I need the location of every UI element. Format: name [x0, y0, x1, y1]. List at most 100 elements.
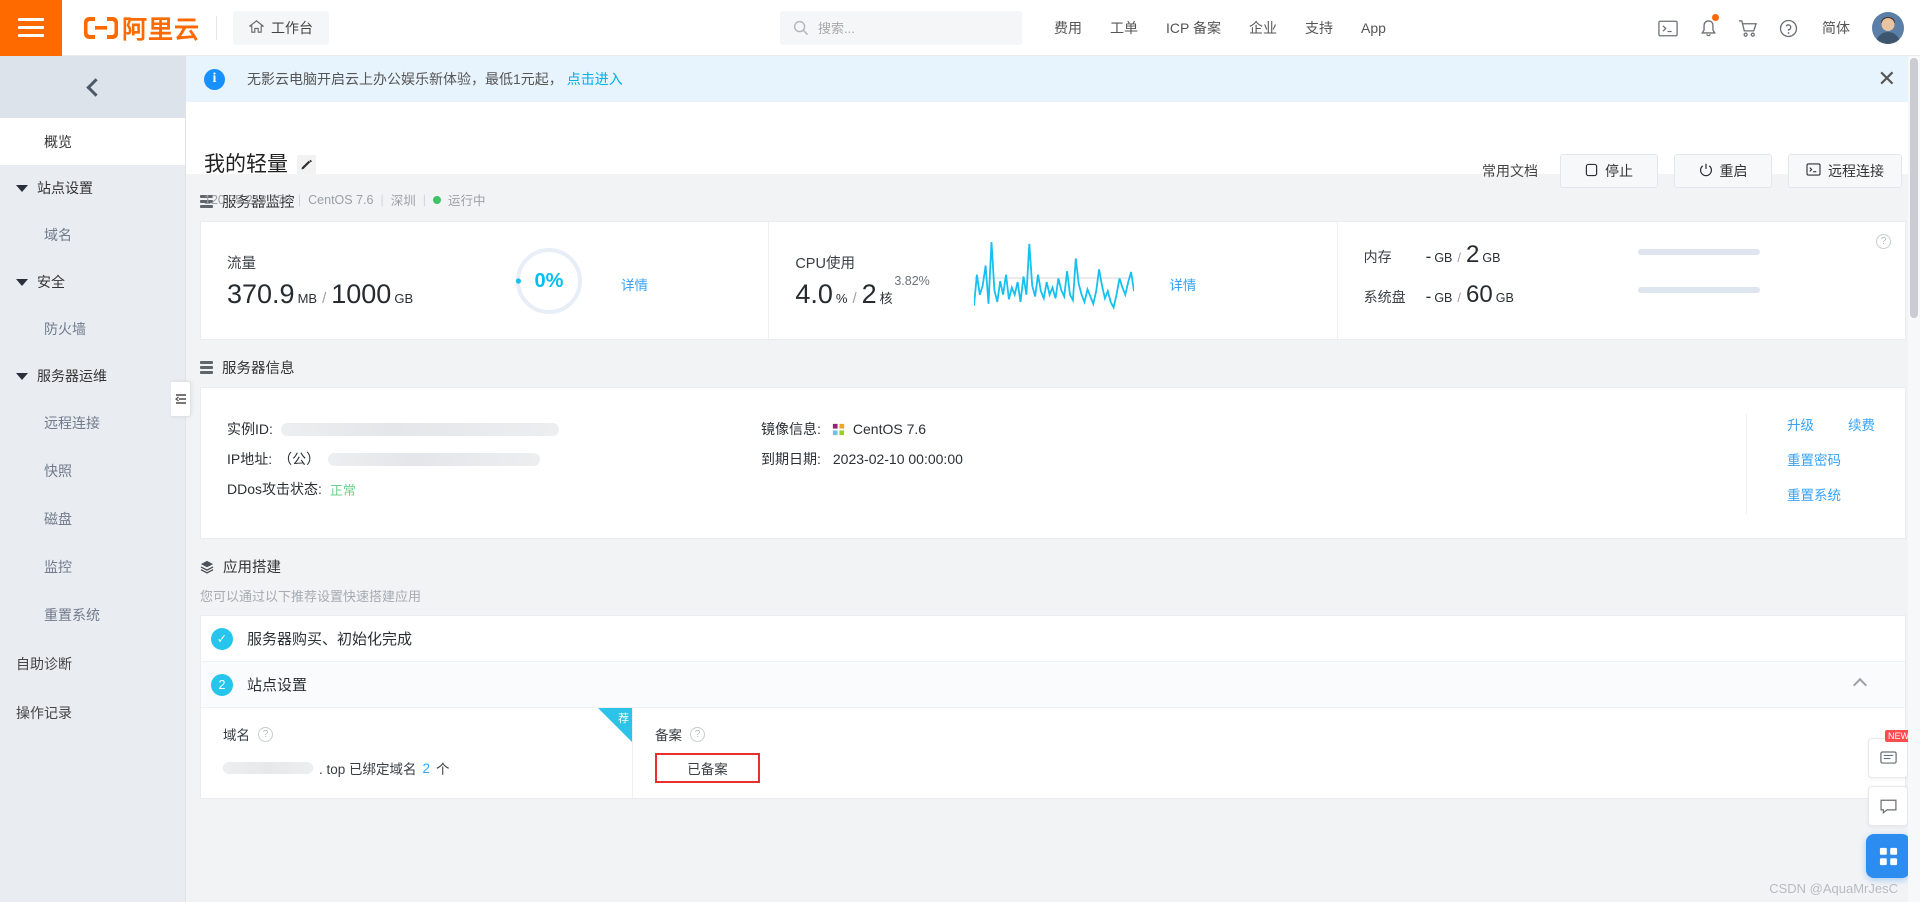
- nav-app[interactable]: App: [1347, 20, 1400, 36]
- scrollbar-thumb[interactable]: [1910, 58, 1918, 318]
- avatar[interactable]: [1872, 12, 1904, 44]
- step-label: 站点设置: [247, 677, 308, 694]
- promo-banner: i 无影云电脑开启云上办公娱乐新体验，最低1元起， 点击进入 ✕: [186, 56, 1920, 102]
- beian-status-button[interactable]: 已备案: [655, 753, 760, 783]
- step-row-1[interactable]: ✓ 服务器购买、初始化完成: [201, 616, 1905, 662]
- main-content: i 无影云电脑开启云上办公娱乐新体验，最低1元起， 点击进入 ✕ 我的轻量 120…: [186, 56, 1920, 902]
- step-badge-complete: ✓: [211, 627, 233, 650]
- top-icon-group: 简体: [1648, 0, 1906, 56]
- meta-separator: |: [422, 192, 426, 207]
- sidebar-item-monitor[interactable]: 监控: [0, 543, 185, 591]
- page-actions: 常用文档 停止 重启 远程连接: [1482, 154, 1902, 188]
- domain-panel-head: 域名 ?: [223, 724, 632, 744]
- feedback-button[interactable]: NEW: [1868, 730, 1912, 778]
- renew-link[interactable]: 续费: [1848, 414, 1875, 434]
- traffic-detail-link[interactable]: 详情: [621, 274, 648, 294]
- help-icon[interactable]: [1768, 0, 1808, 56]
- memory-row: 内存 - GB / 2 GB: [1364, 241, 1514, 281]
- bell-icon[interactable]: [1688, 0, 1728, 56]
- stop-button[interactable]: 停止: [1560, 154, 1658, 188]
- apps-button[interactable]: [1866, 834, 1910, 878]
- workbench-button[interactable]: 工作台: [233, 10, 330, 45]
- app-build-title-label: 应用搭建: [223, 560, 281, 576]
- chat-button[interactable]: [1868, 786, 1908, 826]
- domain-count[interactable]: 2: [423, 761, 431, 776]
- menu-toggle-button[interactable]: [0, 0, 62, 56]
- sidebar-item-self-diagnosis[interactable]: 自助诊断: [0, 639, 185, 688]
- console-icon[interactable]: [1648, 0, 1688, 56]
- common-docs-link[interactable]: 常用文档: [1482, 161, 1538, 181]
- step-row-2[interactable]: 2 站点设置: [201, 662, 1905, 708]
- cpu-detail-link[interactable]: 详情: [1169, 274, 1196, 294]
- banner-link[interactable]: 点击进入: [567, 71, 623, 87]
- terminal-icon: [1806, 163, 1821, 179]
- nav-support[interactable]: 支持: [1291, 18, 1347, 38]
- sidebar-item-disk[interactable]: 磁盘: [0, 495, 185, 543]
- sidebar-item-label: 域名: [44, 227, 72, 243]
- beian-panel: 备案 ? 已备案: [633, 708, 1033, 798]
- banner-message: 无影云电脑开启云上办公娱乐新体验，最低1元起，: [247, 71, 563, 87]
- aliyun-logo[interactable]: 阿里云: [84, 10, 200, 46]
- caret-down-icon: [16, 184, 28, 192]
- disk-used-unit: GB: [1434, 290, 1453, 305]
- server-info-card: 实例ID: IP地址: （公） DDos攻击状态: 正常 镜像信息: CentO…: [200, 387, 1906, 539]
- sidebar-item-label: 概览: [44, 133, 72, 150]
- page-header: 我的轻量 120.25.218.170 | CentOS 7.6 | 深圳 | …: [186, 102, 1920, 208]
- chevron-left-icon: [85, 77, 105, 97]
- reset-system-link[interactable]: 重置系统: [1787, 484, 1875, 504]
- sidebar-collapse-button[interactable]: [0, 56, 185, 118]
- sidebar-toggle-handle[interactable]: [171, 381, 191, 417]
- cpu-total-unit: 核: [879, 290, 893, 306]
- reset-password-link[interactable]: 重置密码: [1787, 449, 1875, 469]
- sidebar-item-firewall[interactable]: 防火墙: [0, 305, 185, 353]
- remote-connect-label: 远程连接: [1828, 163, 1884, 179]
- remote-connect-button[interactable]: 远程连接: [1788, 154, 1902, 188]
- language-switch[interactable]: 简体: [1808, 18, 1864, 38]
- server-info-title-label: 服务器信息: [222, 361, 295, 377]
- sidebar-item-remote-connect[interactable]: 远程连接: [0, 399, 185, 447]
- image-info-value: CentOS 7.6: [852, 421, 927, 437]
- sidebar-item-operation-log[interactable]: 操作记录: [0, 688, 185, 737]
- domain-count-unit: 个: [436, 762, 450, 777]
- ddos-status-value: 正常: [329, 482, 356, 498]
- sidebar-item-overview[interactable]: 概览: [0, 118, 185, 165]
- sidebar-item-label: 远程连接: [44, 415, 100, 431]
- site-settings-panel: 域名 ? . top 已绑定域名 2 个 荐 备案 ? 已备案: [201, 708, 1905, 798]
- image-info-label: 镜像信息:: [761, 421, 821, 437]
- expire-date-row: 到期日期: 2023-02-10 00:00:00: [761, 444, 1321, 474]
- cart-icon[interactable]: [1728, 0, 1768, 56]
- sidebar-item-label: 快照: [44, 463, 72, 479]
- disk-used: -: [1425, 286, 1432, 306]
- nav-ticket[interactable]: 工单: [1096, 18, 1152, 38]
- help-tip-icon[interactable]: ?: [258, 726, 273, 742]
- value-separator: /: [322, 289, 327, 307]
- edit-icon[interactable]: [297, 155, 316, 174]
- sidebar-group-server-ops[interactable]: 服务器运维: [0, 353, 185, 399]
- ip-address-label: IP地址:: [227, 451, 273, 467]
- sidebar-item-reset-system[interactable]: 重置系统: [0, 591, 185, 639]
- nav-icp[interactable]: ICP 备案: [1152, 18, 1235, 38]
- page-scrollbar[interactable]: [1908, 56, 1920, 902]
- sidebar-group-security[interactable]: 安全: [0, 259, 185, 305]
- close-icon[interactable]: ✕: [1878, 68, 1896, 90]
- domain-panel-label: 域名: [223, 728, 250, 743]
- disk-usage-bar: [1637, 287, 1760, 293]
- help-tip-icon[interactable]: ?: [690, 726, 705, 742]
- nav-fee[interactable]: 费用: [1040, 18, 1096, 38]
- restart-button[interactable]: 重启: [1674, 154, 1772, 188]
- cpu-current-value: 3.82%: [894, 274, 930, 288]
- sidebar-item-domain[interactable]: 域名: [0, 211, 185, 259]
- step-label: 服务器购买、初始化完成: [247, 631, 413, 648]
- domain-panel-body: . top 已绑定域名 2 个: [223, 758, 632, 778]
- nav-enterprise[interactable]: 企业: [1235, 18, 1291, 38]
- help-tip-icon[interactable]: ?: [1875, 234, 1891, 249]
- cpu-sparkline-chart: [973, 238, 1136, 331]
- sidebar-group-label: 站点设置: [37, 180, 93, 196]
- server-info-section-title: 服务器信息: [200, 357, 1920, 378]
- search-input[interactable]: [780, 11, 1022, 45]
- sidebar-item-snapshot[interactable]: 快照: [0, 447, 185, 495]
- sidebar-group-site-settings[interactable]: 站点设置: [0, 165, 185, 211]
- upgrade-link[interactable]: 升级: [1787, 414, 1814, 434]
- chevron-up-icon[interactable]: [1852, 677, 1868, 692]
- image-info-row: 镜像信息: CentOS 7.6: [761, 414, 1321, 444]
